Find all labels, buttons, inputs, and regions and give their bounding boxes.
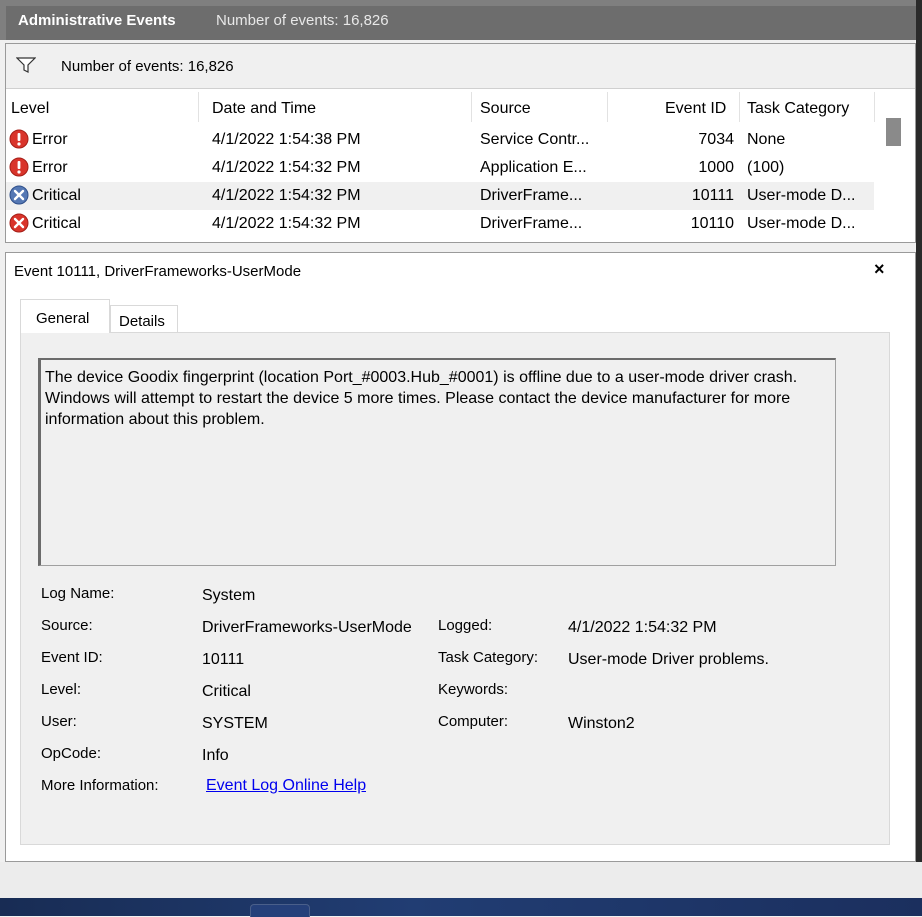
vertical-scrollbar[interactable] <box>882 118 902 242</box>
cell-level: Critical <box>32 215 81 232</box>
cell-date: 4/1/2022 1:54:32 PM <box>212 159 361 176</box>
tab-details[interactable]: Details <box>110 305 178 333</box>
grid-header: Level Date and Time Source Event ID Task… <box>6 90 915 124</box>
label-source: Source: <box>41 617 93 634</box>
label-logged: Logged: <box>438 617 493 634</box>
cell-task-category: User-mode D... <box>747 215 856 232</box>
table-row[interactable]: Error 4/1/2022 1:54:38 PM Service Contr.… <box>6 126 874 154</box>
status-area <box>0 862 922 898</box>
cell-task-category: User-mode D... <box>747 187 856 204</box>
table-row[interactable]: Error 4/1/2022 1:54:32 PM Application E.… <box>6 154 874 182</box>
column-divider[interactable] <box>739 92 740 122</box>
label-task-category: Task Category: <box>438 649 539 666</box>
critical-icon <box>9 185 29 205</box>
error-icon <box>9 157 29 177</box>
cell-event-id: 10111 <box>691 187 734 204</box>
taskbar <box>0 898 922 917</box>
value-computer: Winston2 <box>568 715 635 732</box>
column-header-task-category[interactable]: Task Category <box>747 100 849 118</box>
event-description[interactable]: The device Goodix fingerprint (location … <box>38 358 836 566</box>
label-event-id: Event ID: <box>41 649 103 666</box>
filter-bar: Number of events: 16,826 <box>6 44 915 89</box>
cell-event-id: 7034 <box>698 131 734 148</box>
value-task-category: User-mode Driver problems. <box>568 651 769 668</box>
cell-date: 4/1/2022 1:54:32 PM <box>212 215 361 232</box>
filter-count-text: Number of events: 16,826 <box>61 58 234 75</box>
column-header-event-id[interactable]: Event ID <box>665 100 726 118</box>
cell-task-category: (100) <box>747 159 785 176</box>
taskbar-button[interactable] <box>250 904 310 917</box>
table-row-selected[interactable]: Critical 4/1/2022 1:54:32 PM DriverFrame… <box>6 182 874 210</box>
column-header-date[interactable]: Date and Time <box>212 100 316 118</box>
column-header-source[interactable]: Source <box>480 100 531 118</box>
value-opcode: Info <box>202 747 229 764</box>
column-header-level[interactable]: Level <box>11 100 49 118</box>
detail-tabs: General Details The device Goodix finger… <box>16 291 896 851</box>
cell-level: Critical <box>32 187 81 204</box>
cell-date: 4/1/2022 1:54:32 PM <box>212 187 361 204</box>
cell-source: Service Contr... <box>480 131 590 148</box>
error-icon <box>9 129 29 149</box>
value-log-name: System <box>202 587 256 604</box>
events-panel: Number of events: 16,826 Level Date and … <box>5 43 916 243</box>
close-icon[interactable]: × <box>874 259 885 280</box>
tab-general[interactable]: General <box>20 299 110 333</box>
cell-date: 4/1/2022 1:54:38 PM <box>212 131 361 148</box>
value-user: SYSTEM <box>202 715 268 732</box>
filter-icon[interactable] <box>16 56 36 74</box>
event-detail-panel: Event 10111, DriverFrameworks-UserMode ×… <box>5 252 916 862</box>
value-level: Critical <box>202 683 251 700</box>
cell-event-id: 1000 <box>698 159 734 176</box>
label-computer: Computer: <box>438 713 509 730</box>
general-tab-body: The device Goodix fingerprint (location … <box>20 332 890 845</box>
value-logged: 4/1/2022 1:54:32 PM <box>568 619 717 636</box>
critical-icon <box>9 213 29 233</box>
scrollbar-thumb[interactable] <box>886 118 901 146</box>
value-source: DriverFrameworks-UserMode <box>202 619 412 636</box>
cell-source: DriverFrame... <box>480 187 583 204</box>
cell-level: Error <box>32 159 68 176</box>
label-opcode: OpCode: <box>41 745 102 762</box>
column-divider[interactable] <box>607 92 608 122</box>
column-divider[interactable] <box>874 92 875 122</box>
view-title: Administrative Events <box>18 12 176 29</box>
label-log-name: Log Name: <box>41 585 115 602</box>
value-event-id: 10111 <box>202 651 245 668</box>
event-count-title: Number of events: 16,826 <box>216 12 389 29</box>
label-level: Level: <box>41 681 82 698</box>
window-edge <box>916 0 922 862</box>
cell-task-category: None <box>747 131 786 148</box>
label-user: User: <box>41 713 77 730</box>
detail-title: Event 10111, DriverFrameworks-UserMode <box>14 263 302 280</box>
event-log-help-link[interactable]: Event Log Online Help <box>206 777 366 795</box>
table-row[interactable]: Critical 4/1/2022 1:54:32 PM DriverFrame… <box>6 210 874 238</box>
label-more-information: More Information: <box>41 777 159 794</box>
label-keywords: Keywords: <box>438 681 509 698</box>
column-divider[interactable] <box>198 92 199 122</box>
cell-source: DriverFrame... <box>480 215 583 232</box>
title-bar: Administrative Events Number of events: … <box>0 0 916 40</box>
cell-level: Error <box>32 131 68 148</box>
cell-event-id: 10110 <box>690 215 734 232</box>
column-divider[interactable] <box>471 92 472 122</box>
cell-source: Application E... <box>480 159 587 176</box>
